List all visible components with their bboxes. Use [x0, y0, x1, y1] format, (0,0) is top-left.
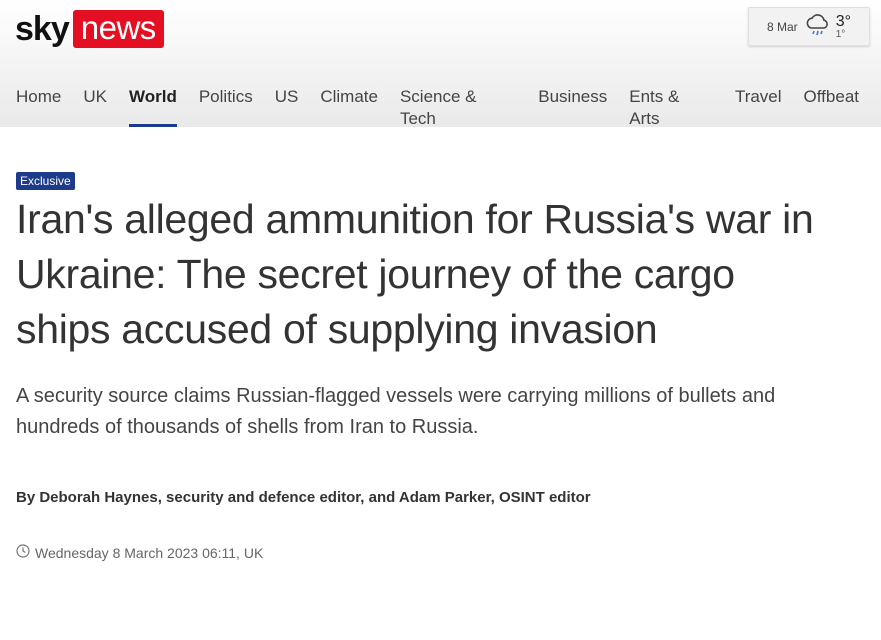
weather-widget[interactable]: 8 Mar 3° 1° — [748, 7, 870, 46]
article-dateline: Wednesday 8 March 2023 06:11, UK — [16, 544, 856, 561]
weather-temps: 3° 1° — [835, 12, 851, 40]
article-headline: Iran's alleged ammunition for Russia's w… — [16, 196, 814, 352]
publish-date: Wednesday 8 March 2023 06:11, UK — [35, 544, 264, 561]
cloud-rain-icon — [804, 13, 830, 40]
temp-low: 1° — [835, 28, 846, 40]
nav-item-travel[interactable]: Travel — [735, 86, 782, 127]
logo-sky-text: sky — [15, 10, 70, 48]
article: Exclusive Iran's alleged ammunition for … — [16, 172, 856, 561]
nav-item-science-tech[interactable]: Science & Tech — [400, 86, 516, 128]
nav-item-politics[interactable]: Politics — [199, 86, 253, 127]
nav-item-us[interactable]: US — [275, 86, 299, 127]
nav-item-home[interactable]: Home — [16, 86, 61, 127]
nav-item-uk[interactable]: UK — [83, 86, 107, 127]
logo-news-text: news — [72, 10, 164, 48]
temp-high: 3° — [835, 12, 851, 30]
article-standfirst: A security source claims Russian-flagged… — [16, 385, 776, 438]
article-byline: By Deborah Haynes, security and defence … — [16, 489, 591, 506]
nav-item-offbeat[interactable]: Offbeat — [804, 86, 859, 127]
nav-item-world[interactable]: World — [128, 86, 177, 127]
nav-item-ents-arts[interactable]: Ents & Arts — [629, 86, 713, 128]
clock-icon — [16, 544, 30, 561]
nav-item-business[interactable]: Business — [538, 86, 607, 127]
nav-item-climate[interactable]: Climate — [320, 86, 378, 127]
sky-news-logo[interactable]: sky news — [15, 9, 164, 49]
exclusive-badge: Exclusive — [16, 172, 75, 190]
main-nav: Home UK World Politics US Climate Scienc… — [16, 86, 881, 128]
site-header: sky news 8 Mar 3° 1° Home UK World Polit… — [0, 0, 881, 128]
weather-date: 8 Mar — [767, 19, 798, 34]
